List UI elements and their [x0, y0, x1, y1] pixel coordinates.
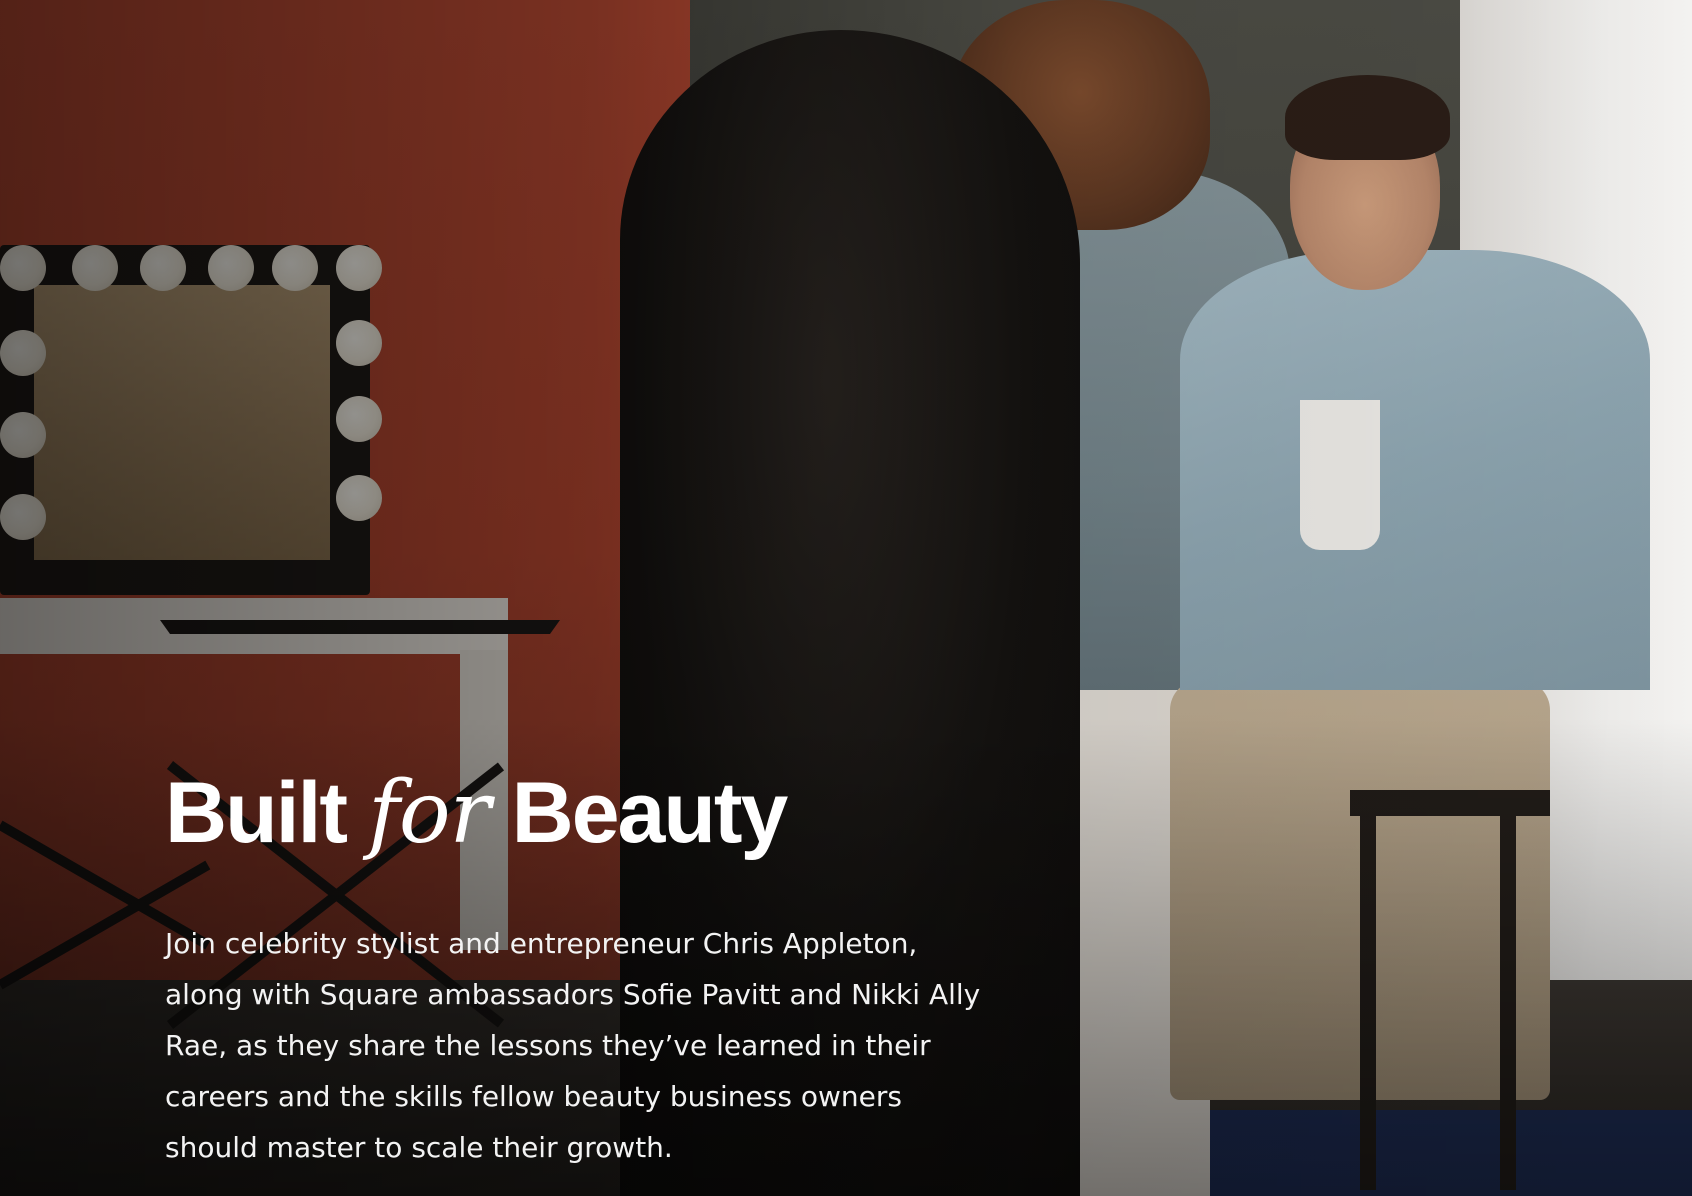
hero-description: Join celebrity stylist and entrepreneur …	[165, 927, 981, 1164]
headline-word-built: Built	[165, 765, 348, 861]
headline-word-for: for	[367, 763, 491, 863]
hero-banner: Built for Beauty Join celebrity stylist …	[0, 0, 1692, 1196]
headline-word-beauty: Beauty	[511, 765, 789, 861]
hero-headline: Built for Beauty	[165, 770, 985, 856]
hero-content: Built for Beauty Join celebrity stylist …	[165, 770, 985, 1173]
